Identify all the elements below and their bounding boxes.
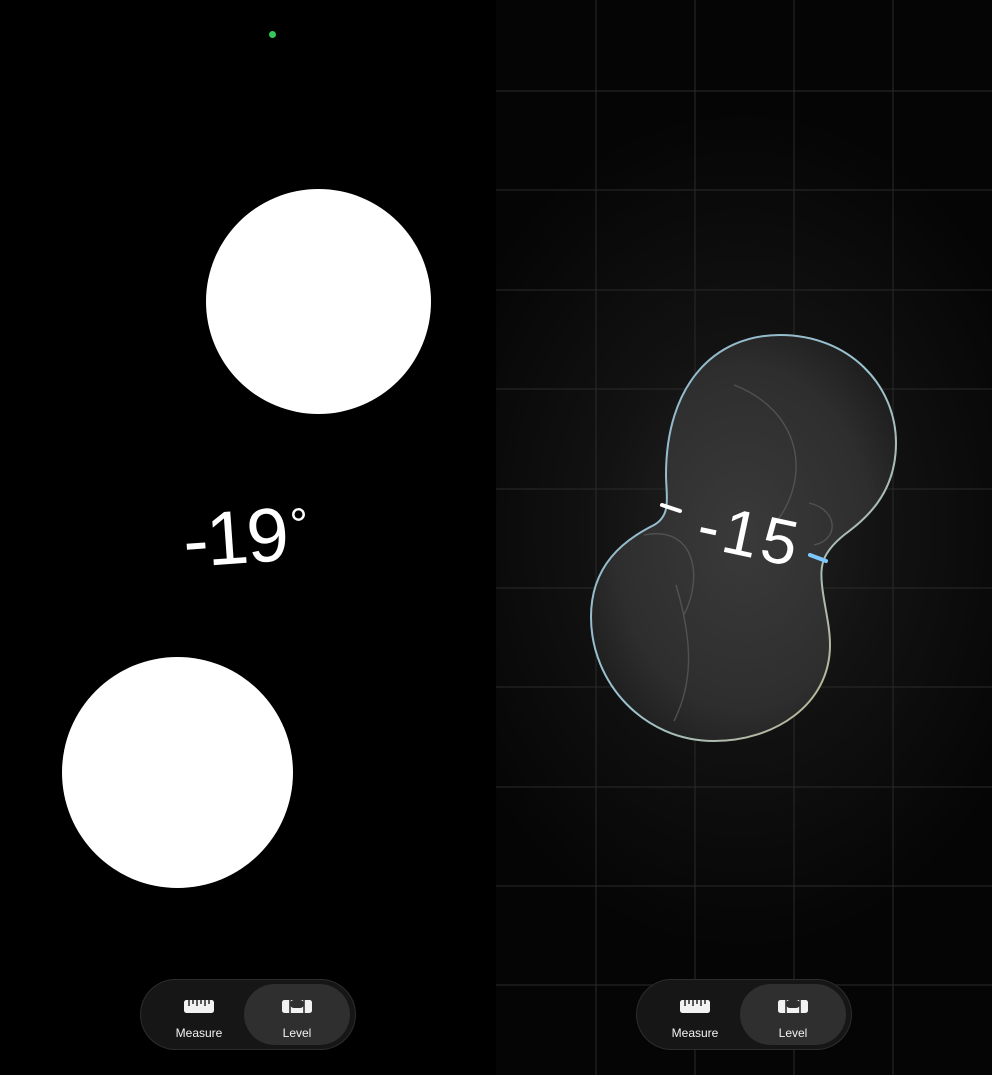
mode-tab-bar: Measure Level <box>140 979 356 1050</box>
status-indicator-dot <box>269 31 276 38</box>
level-icon <box>778 997 808 1013</box>
angle-readout: -19° <box>180 487 336 587</box>
ruler-icon <box>184 1000 214 1013</box>
tab-level-right[interactable]: Level <box>740 984 846 1045</box>
angle-value: -19 <box>180 492 290 585</box>
level-disc-bottom <box>62 657 293 888</box>
tab-label-measure-right: Measure <box>671 1026 719 1040</box>
tab-level[interactable]: Level <box>244 984 350 1045</box>
level-icon <box>282 997 312 1013</box>
tab-measure-right[interactable]: Measure <box>642 984 748 1045</box>
level-disc-top <box>206 189 431 414</box>
mode-tab-bar-right: Measure Level <box>636 979 852 1050</box>
degree-symbol: ° <box>288 497 309 551</box>
level-screen-dark: -19° Measure Level <box>0 0 496 1075</box>
tab-measure[interactable]: Measure <box>146 984 252 1045</box>
tab-label-level-right: Level <box>778 1026 808 1040</box>
tab-label-level: Level <box>282 1026 312 1040</box>
tab-label-measure: Measure <box>175 1026 223 1040</box>
ruler-icon <box>680 1000 710 1013</box>
